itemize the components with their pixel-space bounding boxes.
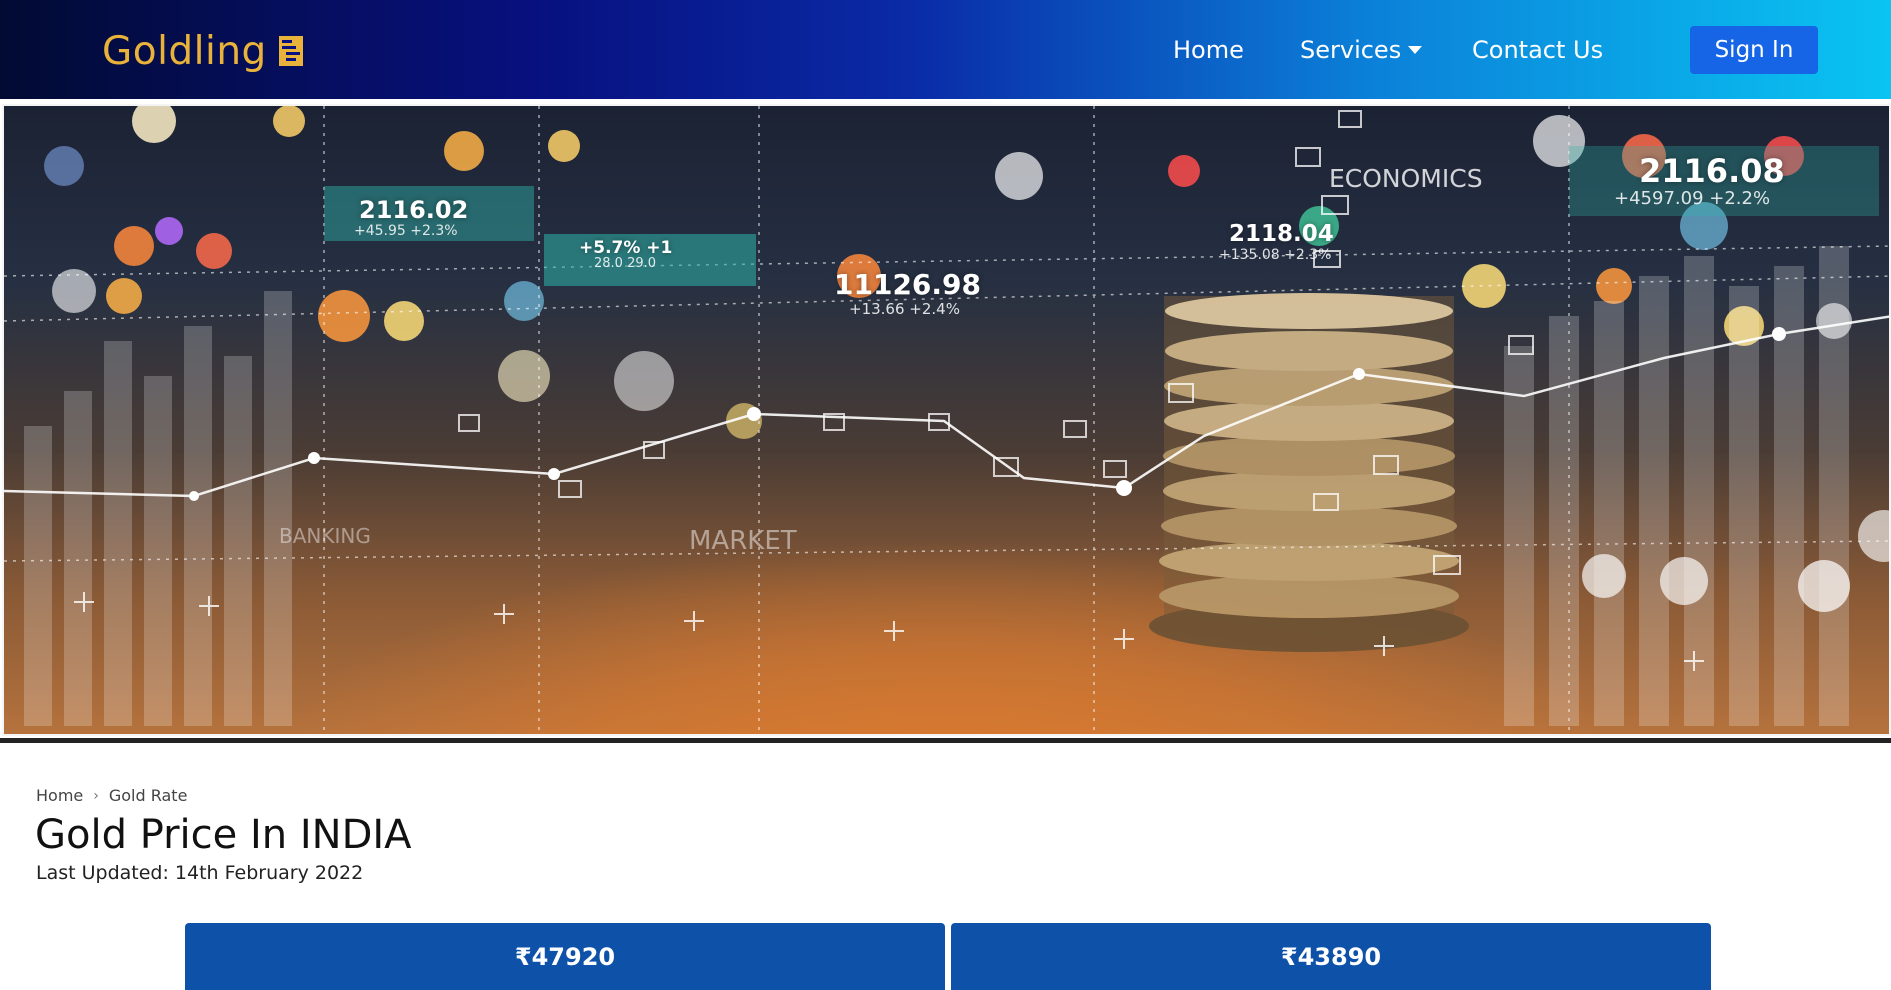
nav-contact-link[interactable]: Contact Us <box>1472 34 1603 66</box>
hero-number-1: 2116.02 <box>359 196 469 224</box>
nav-home-link[interactable]: Home <box>1173 34 1244 66</box>
hero-number-4: 2118.04 <box>1229 221 1334 247</box>
brand-name: Goldling <box>102 28 267 74</box>
brand-logo[interactable]: Goldling <box>102 28 305 74</box>
hero-number-5-sub: +4597.09 +2.2% <box>1614 188 1771 209</box>
hero-image: 2116.02 +45.95 +2.3% +5.7% +1 28.0 29.0 … <box>2 104 1891 736</box>
chevron-right-icon: › <box>93 787 99 804</box>
breadcrumb-current: Gold Rate <box>108 786 188 805</box>
bar-chart-overlay <box>24 246 1849 726</box>
hero-word-market: MARKET <box>689 526 797 556</box>
coin-stack <box>1149 293 1469 652</box>
price-card-2: ₹43890 <box>951 923 1711 990</box>
breadcrumb-home[interactable]: Home <box>36 786 83 805</box>
price-value-2: ₹43890 <box>1280 942 1382 971</box>
hero-banner: 2116.02 +45.95 +2.3% +5.7% +1 28.0 29.0 … <box>0 99 1891 746</box>
hero-number-3-sub: +13.66 +2.4% <box>849 300 960 318</box>
breadcrumb: Home › Gold Rate <box>36 786 187 805</box>
last-updated-text: Last Updated: 14th February 2022 <box>36 862 364 884</box>
hero-number-5: 2116.08 <box>1639 152 1785 190</box>
hero-number-1-sub: +45.95 +2.3% <box>354 223 458 239</box>
nav-services-label: Services <box>1300 36 1402 64</box>
trend-points <box>189 327 1786 501</box>
hero-word-banking: BANKING <box>279 524 371 548</box>
top-navbar: Goldling Home Services Contact Us Sign I… <box>0 0 1891 99</box>
hero-number-4-sub: +135.08 +2.3% <box>1219 247 1332 263</box>
hero-bottom-divider <box>0 738 1891 743</box>
caret-down-icon <box>1408 46 1423 54</box>
price-card-1: ₹47920 <box>185 923 945 990</box>
gold-bars-icon <box>278 36 303 66</box>
page-title: Gold Price In INDIA <box>35 812 412 858</box>
sign-in-button[interactable]: Sign In <box>1690 26 1818 74</box>
nav-services-dropdown[interactable]: Services <box>1300 34 1423 66</box>
hero-number-3: 11126.98 <box>834 268 982 301</box>
hero-graphics <box>4 106 1889 734</box>
hero-number-2-sub: 28.0 29.0 <box>594 256 657 271</box>
hero-word-economics: ECONOMICS <box>1329 164 1483 193</box>
hero-number-2: +5.7% +1 <box>579 238 673 258</box>
price-value-1: ₹47920 <box>514 942 616 971</box>
